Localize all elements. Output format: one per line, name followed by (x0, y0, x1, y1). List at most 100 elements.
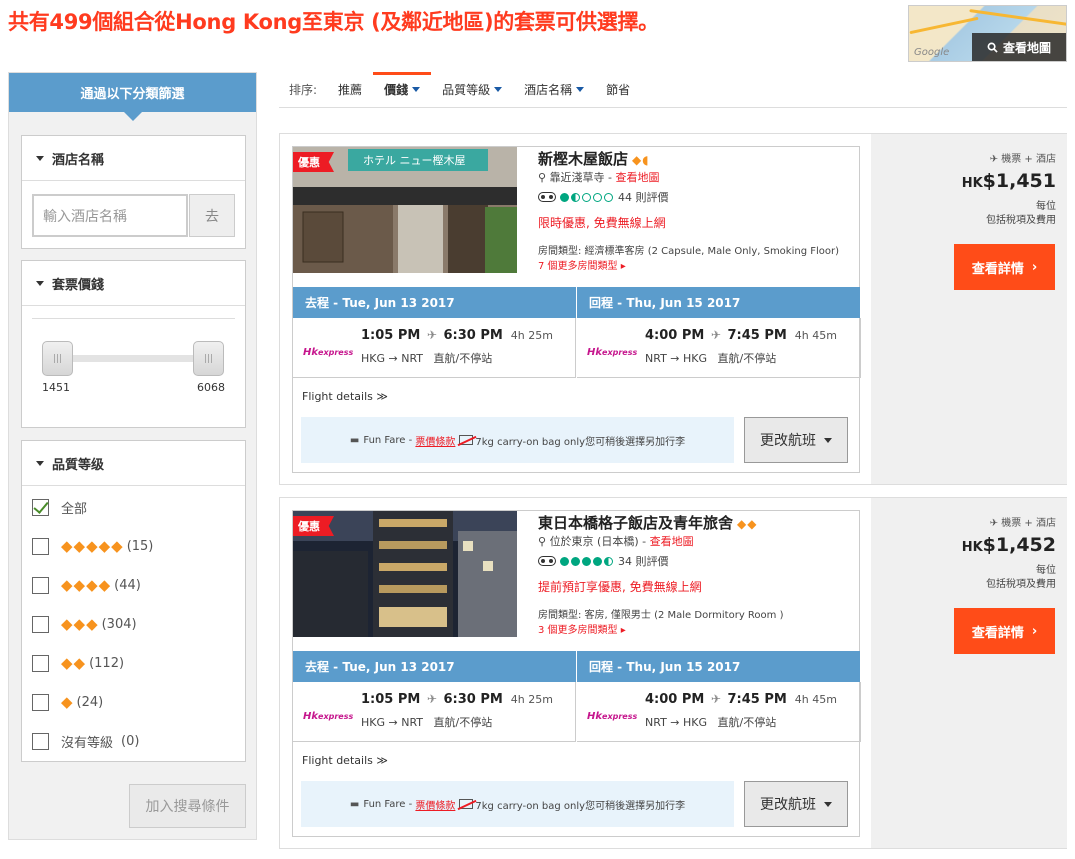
checkbox[interactable] (32, 654, 49, 672)
star-rating-filter: 品質等级 全部 ◆◆◆◆◆ (15) ◆◆◆◆ (44) ◆◆◆ (304) ◆◆ (1… (21, 440, 246, 762)
tripadvisor-owl-icon (538, 192, 556, 202)
flight-details-toggle[interactable]: Flight details ≫ (302, 754, 388, 767)
result-card-content: ホテル ニュー樫木屋 優惠 新樫木屋飯店 ◆◖ ⚲ 靠近淺草寺 - 查看地圖 44… (292, 146, 861, 473)
diamond-rating-icon: ◆◖ (632, 153, 650, 167)
caret-down-icon (36, 460, 44, 466)
change-flight-button[interactable]: 更改航班 (744, 417, 848, 463)
plane-icon: ✈ (710, 328, 721, 342)
star-option-none[interactable]: 沒有等級 (0) (32, 731, 139, 751)
plane-icon: ✈ (710, 692, 721, 706)
caret-down-icon (576, 87, 585, 92)
checkbox[interactable] (32, 498, 49, 516)
promo-badge: 優惠 (293, 516, 334, 536)
hotel-name-filter: 酒店名稱 輸入酒店名稱 去 (21, 135, 246, 249)
checkbox[interactable] (32, 537, 49, 555)
hotel-name-filter-title[interactable]: 酒店名稱 (22, 136, 245, 181)
hotel-name-input[interactable]: 輸入酒店名稱 (32, 194, 188, 237)
sort-recommended[interactable]: 推薦 (327, 72, 373, 108)
sort-savings[interactable]: 節省 (595, 72, 641, 108)
result-card: 優惠 東日本橋格子飯店及青年旅舍 ◆◆ ⚲ 位於東京 (日本橋) - 查看地圖 3… (279, 497, 1067, 849)
star-option-1[interactable]: ◆ (24) (32, 692, 103, 712)
price-filter: 套票價錢 ||| ||| 1451 6068 (21, 260, 246, 428)
hotel-name[interactable]: 新樫木屋飯店 ◆◖ (538, 148, 653, 169)
room-type: 房間類型: 客房, 僅限男士 (2 Male Dormitory Room ) (538, 610, 784, 621)
hotel-search-go-button[interactable]: 去 (189, 194, 235, 237)
sort-price[interactable]: 價錢 (373, 71, 432, 108)
view-map-button[interactable]: 查看地圖 (972, 33, 1066, 61)
view-map-link[interactable]: 查看地圖 (616, 171, 660, 184)
hk-express-logo: Hkexpress (587, 347, 638, 358)
caret-down-icon (824, 801, 832, 807)
diamond-rating-icon: ◆ (61, 693, 74, 711)
result-card-content: 優惠 東日本橋格子飯店及青年旅舍 ◆◆ ⚲ 位於東京 (日本橋) - 查看地圖 3… (292, 510, 861, 837)
more-room-types-link[interactable]: 3 個更多房間類型 ▸ (538, 621, 626, 636)
google-logo: Google (914, 47, 950, 58)
view-map-link[interactable]: 查看地圖 (650, 535, 694, 548)
sort-hotel-name[interactable]: 酒店名稱 (513, 72, 595, 108)
inbound-header: 回程 - Thu, Jun 15 2017 (577, 287, 860, 318)
package-type: ✈ 機票 + 酒店 (989, 154, 1056, 165)
checkbox[interactable] (32, 732, 49, 750)
price-panel: ✈ 機票 + 酒店 HK$1,451 每位 包括稅項及費用 查看詳情 › (871, 134, 1067, 484)
fare-info: ▬ Fun Fare - 票價條款 7kg carry-on bag only您… (301, 781, 734, 827)
deal-text: 限時優惠, 免費無線上網 (538, 216, 666, 230)
caret-down-icon (824, 437, 832, 443)
hotel-name[interactable]: 東日本橋格子飯店及青年旅舍 ◆◆ (538, 512, 760, 533)
deal-text: 提前預訂享優惠, 免費無線上網 (538, 580, 702, 594)
map-thumbnail[interactable]: Google 查看地圖 (908, 5, 1067, 62)
star-option-2[interactable]: ◆◆ (112) (32, 653, 124, 673)
package-type: ✈ 機票 + 酒店 (989, 518, 1056, 529)
checkbox[interactable] (32, 615, 49, 633)
add-search-criteria-button[interactable]: 加入搜尋條件 (129, 784, 246, 828)
plane-icon: ✈ (989, 518, 999, 529)
price-filter-title[interactable]: 套票價錢 (22, 261, 245, 306)
inbound-flight: Hkexpress 4:00 PM ✈ 7:45 PM 4h 45m NRT → … (577, 682, 861, 742)
view-map-label: 查看地圖 (1002, 40, 1051, 55)
price-slider-track[interactable] (58, 355, 208, 362)
caret-down-icon (412, 87, 421, 92)
location-pin-icon: ⚲ (538, 171, 547, 184)
price-slider-min-handle[interactable]: ||| (42, 341, 73, 376)
flight-details-toggle[interactable]: Flight details ≫ (302, 390, 388, 403)
checkbox[interactable] (32, 693, 49, 711)
star-option-3[interactable]: ◆◆◆ (304) (32, 614, 137, 634)
view-details-button[interactable]: 查看詳情 › (954, 244, 1055, 290)
price-min-value: 1451 (42, 381, 70, 394)
checkbox[interactable] (32, 576, 49, 594)
hotel-photo[interactable]: ホテル ニュー樫木屋 優惠 (293, 147, 517, 273)
outbound-header: 去程 - Tue, Jun 13 2017 (293, 287, 576, 318)
filter-sidebar: 通過以下分類篩選 酒店名稱 輸入酒店名稱 去 套票價錢 ||| ||| 1451… (8, 72, 257, 840)
tripadvisor-rating[interactable]: 34 則評價 (538, 553, 669, 569)
plane-icon: ✈ (989, 154, 999, 165)
view-details-button[interactable]: 查看詳情 › (954, 608, 1055, 654)
price-slider-max-handle[interactable]: ||| (193, 341, 224, 376)
location-pin-icon: ⚲ (538, 535, 547, 548)
star-rating-filter-title[interactable]: 品質等级 (22, 441, 245, 486)
plane-icon: ✈ (426, 692, 437, 706)
price-max-value: 6068 (197, 381, 225, 394)
star-option-5[interactable]: ◆◆◆◆◆ (15) (32, 536, 153, 556)
star-option-all[interactable]: 全部 (32, 497, 87, 517)
package-price: HK$1,452 (961, 534, 1056, 556)
no-checked-bag-icon (459, 435, 474, 445)
star-option-4[interactable]: ◆◆◆◆ (44) (32, 575, 141, 595)
fare-rules-link[interactable]: 票價條款 (415, 433, 455, 448)
hotel-photo[interactable]: 優惠 (293, 511, 517, 637)
price-panel: ✈ 機票 + 酒店 HK$1,452 每位 包括稅項及費用 查看詳情 › (871, 498, 1067, 848)
sort-star-rating[interactable]: 品質等級 (431, 72, 513, 108)
tax-note: 包括稅項及費用 (986, 215, 1056, 226)
fare-rules-link[interactable]: 票價條款 (415, 797, 455, 812)
svg-text:ホテル ニュー樫木屋: ホテル ニュー樫木屋 (363, 153, 466, 167)
more-room-types-link[interactable]: 7 個更多房間類型 ▸ (538, 257, 626, 272)
promo-badge: 優惠 (293, 152, 334, 172)
tax-note: 包括稅項及費用 (986, 579, 1056, 590)
caret-down-icon (36, 280, 44, 286)
caret-down-icon (36, 155, 44, 161)
sort-label: 排序: (289, 83, 318, 97)
tripadvisor-rating[interactable]: 44 則評價 (538, 189, 669, 205)
change-flight-button[interactable]: 更改航班 (744, 781, 848, 827)
diamond-rating-icon: ◆◆◆◆ (61, 576, 112, 594)
hotel-location: ⚲ 靠近淺草寺 - 查看地圖 (538, 171, 660, 184)
per-person-label: 每位 (1036, 201, 1056, 212)
tripadvisor-owl-icon (538, 556, 556, 566)
